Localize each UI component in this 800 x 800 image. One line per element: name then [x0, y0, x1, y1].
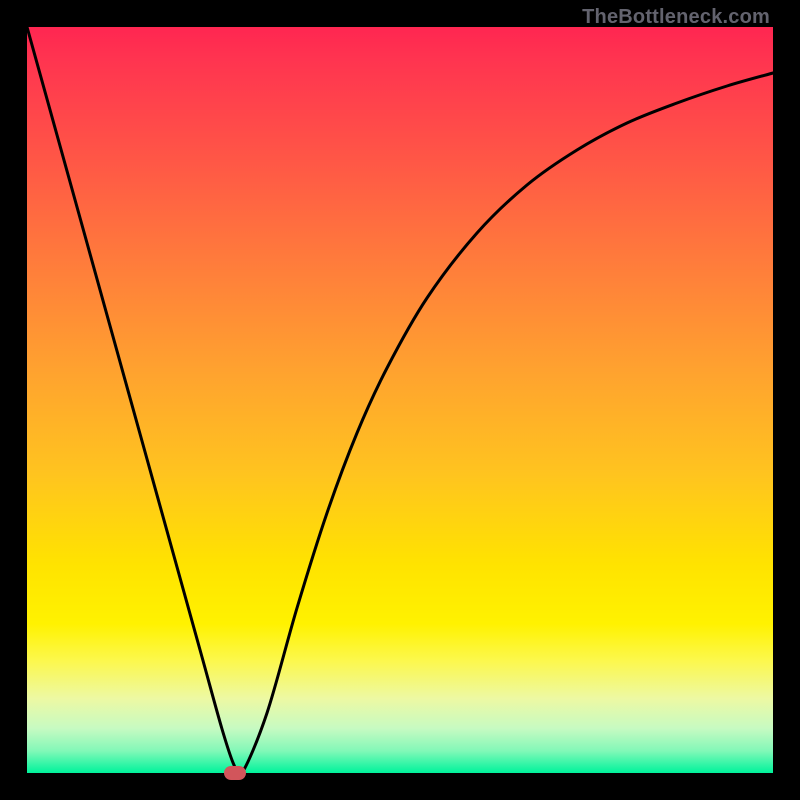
watermark-text: TheBottleneck.com — [582, 6, 770, 29]
minimum-marker — [224, 766, 246, 780]
curve-svg — [27, 27, 773, 773]
chart-container: TheBottleneck.com — [0, 0, 800, 800]
curve-path — [27, 27, 773, 776]
